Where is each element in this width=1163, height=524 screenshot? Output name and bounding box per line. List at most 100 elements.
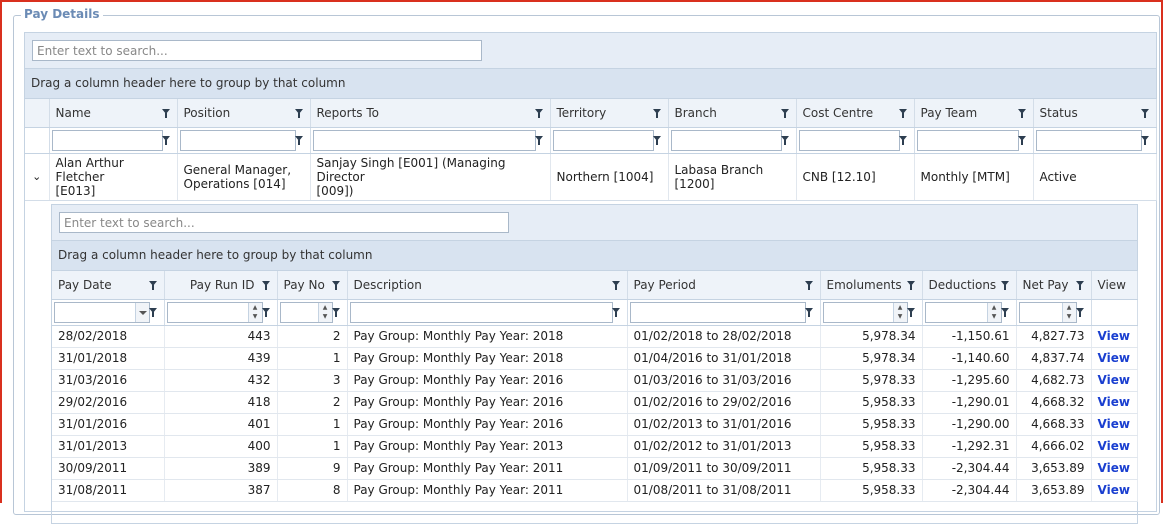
filter-funnel-icon[interactable]: [780, 108, 789, 118]
column-header-reports-to[interactable]: Reports To: [310, 99, 551, 128]
filter-funnel-icon[interactable]: [294, 136, 303, 145]
column-header-pay-run-id[interactable]: Pay Run ID: [164, 271, 278, 300]
filter-funnel-icon[interactable]: [534, 136, 543, 145]
filter-funnel-icon[interactable]: [261, 308, 270, 317]
column-header-status[interactable]: Status: [1033, 99, 1157, 128]
filter-funnel-icon[interactable]: [611, 308, 620, 317]
column-header-pay-period[interactable]: Pay Period: [627, 271, 821, 300]
table-row[interactable]: 31/08/2011 387 8 Pay Group: Monthly Pay Yea…: [52, 479, 1138, 502]
filter-input-pay-team[interactable]: [916, 129, 1019, 151]
table-row[interactable]: 31/03/2016 432 3 Pay Group: Monthly Pay Yea…: [52, 369, 1138, 392]
filter-funnel-icon[interactable]: [611, 280, 620, 290]
filter-funnel-icon[interactable]: [294, 108, 303, 118]
column-header-name[interactable]: Name: [49, 99, 178, 128]
view-link[interactable]: View: [1098, 439, 1130, 453]
column-header-description[interactable]: Description: [347, 271, 628, 300]
filter-spin-deductions[interactable]: ▲ ▼: [924, 301, 1002, 323]
filter-funnel-icon[interactable]: [804, 280, 813, 290]
spin-arrows-icon[interactable]: ▲ ▼: [986, 302, 1001, 322]
column-header-territory[interactable]: Territory: [550, 99, 669, 128]
pay-search-input[interactable]: [59, 212, 509, 233]
column-header-net-pay[interactable]: Net Pay: [1016, 271, 1092, 300]
filter-spin-emoluments[interactable]: ▲ ▼: [822, 301, 908, 323]
filter-input-status[interactable]: [1035, 129, 1142, 151]
spin-arrows-icon[interactable]: ▲ ▼: [892, 302, 907, 322]
column-header-pay-team[interactable]: Pay Team: [914, 99, 1034, 128]
cell-view: View: [1091, 457, 1138, 480]
view-link[interactable]: View: [1098, 373, 1130, 387]
filter-funnel-icon[interactable]: [1017, 136, 1026, 145]
filter-funnel-icon[interactable]: [652, 108, 661, 118]
column-header-pay-date[interactable]: Pay Date: [52, 271, 165, 300]
column-header-emoluments[interactable]: Emoluments: [820, 271, 923, 300]
view-link[interactable]: View: [1098, 483, 1130, 497]
filter-funnel-icon[interactable]: [1075, 308, 1084, 317]
table-row[interactable]: 31/01/2018 439 1 Pay Group: Monthly Pay Yea…: [52, 347, 1138, 370]
spin-arrows-icon[interactable]: ▲ ▼: [247, 302, 262, 322]
filter-funnel-icon[interactable]: [148, 308, 157, 317]
filter-funnel-icon[interactable]: [534, 108, 543, 118]
cell-name: Alan Arthur Fletcher [E013]: [49, 153, 178, 201]
column-header-pay-no[interactable]: Pay No: [277, 271, 348, 300]
view-link[interactable]: View: [1098, 395, 1130, 409]
filter-funnel-icon[interactable]: [780, 136, 789, 145]
filter-spin-pay-no[interactable]: ▲ ▼: [279, 301, 333, 323]
filter-funnel-icon[interactable]: [331, 280, 340, 290]
filter-input-branch[interactable]: [670, 129, 782, 151]
filter-cell-emoluments: ▲ ▼: [820, 299, 923, 326]
filter-input-position[interactable]: [179, 129, 296, 151]
cell-emoluments: 5,978.33: [820, 369, 923, 392]
table-row[interactable]: 31/01/2013 400 1 Pay Group: Monthly Pay Yea…: [52, 435, 1138, 458]
filter-funnel-icon[interactable]: [906, 280, 915, 290]
pay-history-table: Pay Date Pay Run ID Pay No Description P…: [52, 271, 1138, 502]
table-row[interactable]: 28/02/2018 443 2 Pay Group: Monthly Pay Yea…: [52, 325, 1138, 348]
column-header-position[interactable]: Position: [177, 99, 311, 128]
cell-pay-run-id: 443: [164, 325, 278, 348]
filter-funnel-icon[interactable]: [906, 308, 915, 317]
column-header-cost-centre[interactable]: Cost Centre: [796, 99, 915, 128]
filter-funnel-icon[interactable]: [1140, 136, 1149, 145]
cell-pay-period: 01/04/2016 to 31/01/2018: [627, 347, 821, 370]
filter-input-description[interactable]: [349, 301, 613, 323]
filter-spin-run-id[interactable]: ▲ ▼: [166, 301, 263, 323]
filter-funnel-icon[interactable]: [1075, 280, 1084, 290]
filter-input-reports-to[interactable]: [312, 129, 536, 151]
employee-group-panel[interactable]: Drag a column header here to group by th…: [25, 69, 1156, 99]
column-header-branch[interactable]: Branch: [668, 99, 797, 128]
filter-funnel-icon[interactable]: [898, 108, 907, 118]
column-header-deductions[interactable]: Deductions: [922, 271, 1017, 300]
filter-funnel-icon[interactable]: [161, 108, 170, 118]
filter-input-name[interactable]: [51, 129, 163, 151]
view-link[interactable]: View: [1098, 351, 1130, 365]
view-link[interactable]: View: [1098, 417, 1130, 431]
filter-input-territory[interactable]: [552, 129, 654, 151]
cell-emoluments: 5,958.33: [820, 413, 923, 436]
table-row[interactable]: 30/09/2011 389 9 Pay Group: Monthly Pay Yea…: [52, 457, 1138, 480]
filter-funnel-icon[interactable]: [161, 136, 170, 145]
table-row[interactable]: 31/01/2016 401 1 Pay Group: Monthly Pay Yea…: [52, 413, 1138, 436]
filter-funnel-icon[interactable]: [804, 308, 813, 317]
filter-input-cost-centre[interactable]: [798, 129, 900, 151]
filter-funnel-icon[interactable]: [1140, 108, 1149, 118]
spin-arrows-icon[interactable]: ▲ ▼: [317, 302, 332, 322]
filter-input-pay-period[interactable]: [629, 301, 806, 323]
chevron-down-icon[interactable]: ⌄: [25, 153, 50, 201]
filter-date-picker[interactable]: [54, 301, 150, 323]
table-row[interactable]: 29/02/2016 418 2 Pay Group: Monthly Pay Yea…: [52, 391, 1138, 414]
filter-funnel-icon[interactable]: [261, 280, 270, 290]
filter-funnel-icon[interactable]: [1017, 108, 1026, 118]
view-link[interactable]: View: [1098, 461, 1130, 475]
filter-funnel-icon[interactable]: [331, 308, 340, 317]
chevron-down-icon[interactable]: [134, 302, 149, 322]
filter-spin-net-pay[interactable]: ▲ ▼: [1018, 301, 1077, 323]
filter-funnel-icon[interactable]: [148, 280, 157, 290]
filter-funnel-icon[interactable]: [1000, 280, 1009, 290]
filter-funnel-icon[interactable]: [1000, 308, 1009, 317]
employee-search-input[interactable]: [32, 40, 482, 61]
view-link[interactable]: View: [1098, 329, 1130, 343]
filter-funnel-icon[interactable]: [898, 136, 907, 145]
pay-group-panel[interactable]: Drag a column header here to group by th…: [52, 241, 1137, 271]
filter-funnel-icon[interactable]: [652, 136, 661, 145]
employee-row[interactable]: ⌄ Alan Arthur Fletcher [E013] General Man…: [25, 153, 1157, 201]
spin-arrows-icon[interactable]: ▲ ▼: [1061, 302, 1076, 322]
